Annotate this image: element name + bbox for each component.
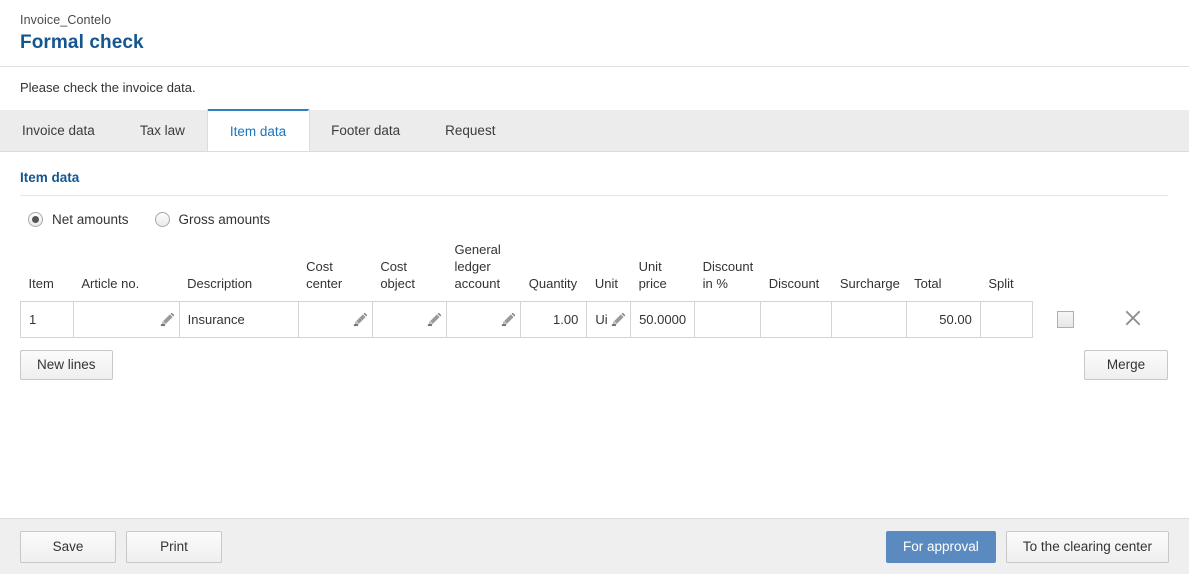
tab-panel-item-data: Item data Net amounts Gross amounts Item… (0, 152, 1189, 380)
save-button[interactable]: Save (20, 530, 116, 563)
table-header: Item Article no. Description Cost center… (21, 241, 1168, 302)
radio-label: Net amounts (52, 212, 129, 227)
print-button[interactable]: Print (126, 530, 222, 563)
tab-tax-law[interactable]: Tax law (118, 110, 208, 151)
amount-mode-radio-group: Net amounts Gross amounts (20, 196, 1169, 241)
table-header-row: Item Article no. Description Cost center… (21, 241, 1168, 302)
cell-description[interactable]: Insurance (178, 301, 299, 338)
item-data-table: Item Article no. Description Cost center… (20, 241, 1168, 338)
cell-discount[interactable] (760, 301, 833, 338)
col-description: Description (187, 276, 253, 291)
table-actions-row: New lines Merge (20, 350, 1168, 380)
pencil-icon[interactable] (611, 312, 626, 327)
radio-gross-amounts[interactable]: Gross amounts (154, 212, 271, 227)
page-header: Invoice_Contelo Formal check (0, 0, 1189, 66)
pencil-icon[interactable] (353, 312, 367, 327)
cell-quantity[interactable]: 1.00 (520, 301, 588, 338)
col-surcharge: Surcharge (839, 276, 900, 291)
col-unit: Unit (594, 276, 618, 291)
cell-split[interactable] (979, 301, 1033, 338)
tab-invoice-data[interactable]: Invoice data (0, 110, 118, 151)
to-clearing-center-button[interactable]: To the clearing center (1005, 530, 1169, 563)
cell-discount-percent[interactable] (694, 301, 762, 338)
cell-unit[interactable]: Ui (586, 301, 632, 338)
breadcrumb: Invoice_Contelo (20, 13, 112, 27)
footer-left-actions: Save Print (0, 530, 222, 563)
col-cost-center: Cost center (306, 259, 343, 291)
page-title: Formal check (20, 32, 144, 53)
cell-cost-object[interactable] (371, 301, 448, 338)
for-approval-button[interactable]: For approval (885, 530, 996, 563)
cell-item: 1 (20, 301, 74, 338)
tab-request[interactable]: Request (423, 110, 518, 151)
tab-label: Request (445, 123, 496, 138)
radio-indicator-icon (154, 212, 170, 227)
new-lines-button[interactable]: New lines (20, 350, 113, 380)
checkbox-icon[interactable] (1056, 311, 1074, 329)
radio-net-amounts[interactable]: Net amounts (28, 212, 129, 227)
tab-label: Footer data (331, 123, 401, 138)
col-item: Item (28, 276, 54, 291)
col-select (1032, 241, 1098, 302)
col-discount-percent: Discount in % (702, 259, 754, 291)
pencil-icon[interactable] (427, 312, 442, 327)
table-row: 1 Insurance 1.00 Ui 50.0000 50.00 (20, 301, 1168, 338)
col-article-no: Article no. (81, 276, 140, 291)
table-body: 1 Insurance 1.00 Ui 50.0000 50.00 (20, 301, 1168, 338)
cell-article-no[interactable] (72, 301, 180, 338)
cell-row-delete (1098, 302, 1167, 338)
col-split: Split (988, 276, 1014, 291)
formal-check-page: Invoice_Contelo Formal check Please chec… (0, 0, 1189, 574)
cell-description-value: Insurance (187, 312, 245, 327)
cell-surcharge[interactable] (831, 301, 907, 338)
cell-general-ledger-account[interactable] (446, 301, 522, 338)
pencil-icon[interactable] (501, 312, 516, 327)
col-unit-price: Unit price (638, 259, 667, 291)
merge-button[interactable]: Merge (1084, 350, 1168, 380)
close-icon[interactable] (1123, 308, 1143, 328)
tab-footer-data[interactable]: Footer data (309, 110, 423, 151)
radio-label: Gross amounts (178, 212, 271, 227)
tab-bar: Invoice data Tax law Item data Footer da… (0, 109, 1189, 152)
col-quantity: Quantity (528, 276, 578, 291)
cell-unit-price[interactable]: 50.0000 (630, 301, 696, 338)
instruction-text: Please check the invoice data. (20, 80, 196, 95)
cell-row-select (1032, 302, 1098, 338)
footer-bar: Save Print For approval To the clearing … (0, 518, 1189, 574)
radio-indicator-icon (28, 212, 43, 227)
section-title: Item data (20, 170, 80, 185)
pencil-icon[interactable] (160, 312, 174, 327)
col-delete (1098, 241, 1167, 302)
col-general-ledger-account: General ledger account (454, 242, 501, 291)
col-cost-object: Cost object (380, 259, 416, 291)
col-discount: Discount (768, 276, 820, 291)
footer-right-actions: For approval To the clearing center (885, 530, 1189, 563)
tab-label: Item data (229, 123, 287, 139)
tab-label: Tax law (139, 123, 185, 138)
cell-total: 50.00 (905, 301, 981, 338)
tab-label: Invoice data (22, 123, 95, 138)
col-total: Total (914, 276, 942, 291)
tab-item-data[interactable]: Item data (207, 109, 310, 151)
cell-cost-center[interactable] (297, 301, 373, 338)
